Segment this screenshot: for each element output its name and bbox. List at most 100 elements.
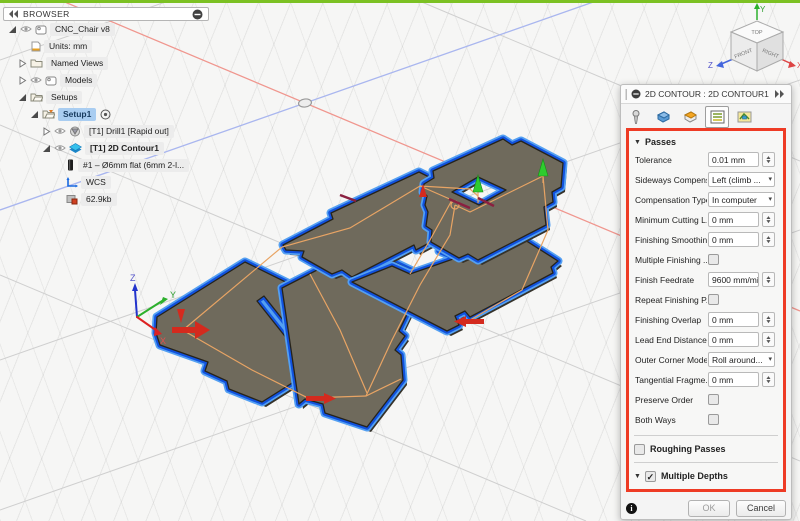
tree-row-tool[interactable]: #1 – Ø6mm flat (6mm 2-l... xyxy=(66,158,189,172)
eye-icon[interactable] xyxy=(30,75,42,85)
active-setup-icon[interactable] xyxy=(100,109,111,120)
minimum-cutting-spinner[interactable]: ▲▼ xyxy=(762,212,775,227)
tree-label-tool[interactable]: #1 – Ø6mm flat (6mm 2-l... xyxy=(78,159,189,172)
tangential-fragment-spinner[interactable]: ▲▼ xyxy=(762,372,775,387)
x-axis-label: X xyxy=(160,336,166,346)
tangential-fragment-input[interactable]: 0 mm xyxy=(708,372,759,387)
tree-label-named-views[interactable]: Named Views xyxy=(46,57,108,70)
tree-label-units[interactable]: Units: mm xyxy=(44,40,92,53)
tree-row-wcs[interactable]: WCS xyxy=(66,175,111,189)
field-label: Repeat Finishing P... xyxy=(635,295,707,305)
minimum-cutting-input[interactable]: 0 mm xyxy=(708,212,759,227)
tree-label-size[interactable]: 62.9kb xyxy=(81,193,117,206)
expanded-triangle-icon[interactable] xyxy=(18,93,27,102)
tree-label-setup1[interactable]: Setup1 xyxy=(58,108,96,121)
cancel-button[interactable]: Cancel xyxy=(736,500,786,517)
tree-label-drill1[interactable]: [T1] Drill1 [Rapid out] xyxy=(84,125,174,138)
dialog-options-icon[interactable] xyxy=(631,89,641,99)
finish-feedrate-input[interactable]: 9600 mm/mi xyxy=(708,272,759,287)
finish-feedrate-spinner[interactable]: ▲▼ xyxy=(762,272,775,287)
wcs-icon xyxy=(66,177,78,188)
sideways-compensation-select[interactable]: Left (climb ... xyxy=(708,172,775,187)
passes-icon xyxy=(710,110,725,124)
tree-row-units[interactable]: Units: mm xyxy=(31,39,92,53)
dock-panel-icon[interactable] xyxy=(775,90,785,98)
outer-corner-mode-select[interactable]: Roll around... xyxy=(708,352,775,367)
preserve-order-checkbox[interactable] xyxy=(708,394,719,405)
multiple-depths-checkbox[interactable]: ✓ xyxy=(645,471,656,482)
collapsed-triangle-icon[interactable] xyxy=(18,59,27,68)
both-ways-checkbox[interactable] xyxy=(708,414,719,425)
tree-row-named-views[interactable]: Named Views xyxy=(18,56,108,70)
tolerance-input[interactable]: 0.01 mm xyxy=(708,152,759,167)
finishing-overlap-input[interactable]: 0 mm xyxy=(708,312,759,327)
y-axis-label: Y xyxy=(170,290,176,300)
tab-linking[interactable] xyxy=(732,106,756,128)
tab-tool[interactable] xyxy=(624,106,648,128)
lead-end-distance-input[interactable]: 0 mm xyxy=(708,332,759,347)
compensation-type-select[interactable]: In computer xyxy=(708,192,775,207)
eye-icon[interactable] xyxy=(54,143,66,153)
lead-end-distance-spinner[interactable]: ▲▼ xyxy=(762,332,775,347)
ok-button[interactable]: OK xyxy=(688,500,730,517)
field-label: Lead End Distance xyxy=(635,335,707,345)
field-outer-corner-mode: Outer Corner Mode Roll around... xyxy=(634,351,778,371)
multiple-finishing-checkbox[interactable] xyxy=(708,254,719,265)
fusion-window: Z Y X TOP FRONT RIGHT Y Z X xyxy=(0,0,800,521)
collapse-browser-icon[interactable] xyxy=(9,10,18,18)
finishing-smoothing-input[interactable]: 0 mm xyxy=(708,232,759,247)
field-label: Both Ways xyxy=(635,415,707,425)
view-cube[interactable]: TOP FRONT RIGHT Y Z X xyxy=(708,3,800,71)
roughing-passes-section[interactable]: Roughing Passes xyxy=(634,440,778,458)
info-icon[interactable]: i xyxy=(626,503,637,514)
tab-passes[interactable] xyxy=(705,106,729,128)
tree-row-models[interactable]: Models xyxy=(18,73,97,87)
browser-options-icon[interactable] xyxy=(192,9,203,20)
tab-geometry[interactable] xyxy=(651,106,675,128)
tolerance-spinner[interactable]: ▲▼ xyxy=(762,152,775,167)
document-icon xyxy=(31,41,41,52)
tree-label-root[interactable]: CNC_Chair v8 xyxy=(50,23,115,36)
eye-icon[interactable] xyxy=(20,24,32,34)
expanded-triangle-icon[interactable] xyxy=(42,144,51,153)
roughing-passes-checkbox[interactable] xyxy=(634,444,645,455)
multiple-depths-section[interactable]: ▼ ✓ Multiple Depths xyxy=(634,467,778,485)
tree-label-2d-contour1[interactable]: [T1] 2D Contour1 xyxy=(85,142,164,155)
tree-label-wcs[interactable]: WCS xyxy=(81,176,111,189)
field-label: Finishing Overlap xyxy=(635,315,707,325)
section-collapse-icon[interactable]: ▼ xyxy=(634,473,641,480)
passes-section-header[interactable]: ▼ Passes xyxy=(634,133,778,151)
expanded-triangle-icon[interactable] xyxy=(30,110,39,119)
world-origin-marker[interactable] xyxy=(298,98,312,108)
tree-row-root[interactable]: CNC_Chair v8 xyxy=(8,22,115,36)
collapsed-triangle-icon[interactable] xyxy=(42,127,51,136)
dialog-tab-strip xyxy=(624,106,756,130)
dialog-drag-handle[interactable] xyxy=(625,89,628,100)
viewcube-top-label[interactable]: TOP xyxy=(751,30,763,36)
dialog-title: 2D CONTOUR : 2D CONTOUR1 xyxy=(645,89,775,99)
tool-icon xyxy=(629,110,643,125)
dialog-header[interactable]: 2D CONTOUR : 2D CONTOUR1 xyxy=(621,85,791,104)
expanded-triangle-icon[interactable] xyxy=(8,25,17,34)
geometry-icon xyxy=(656,110,671,124)
collapsed-triangle-icon[interactable] xyxy=(18,76,27,85)
heights-icon xyxy=(683,110,698,124)
repeat-finishing-checkbox[interactable] xyxy=(708,294,719,305)
tree-row-setups[interactable]: Setups xyxy=(18,90,82,104)
tree-label-models[interactable]: Models xyxy=(60,74,97,87)
eye-icon[interactable] xyxy=(54,126,66,136)
browser-header[interactable]: BROWSER xyxy=(3,7,209,21)
finishing-overlap-spinner[interactable]: ▲▼ xyxy=(762,312,775,327)
tree-row-drill1[interactable]: [T1] Drill1 [Rapid out] xyxy=(42,124,174,138)
finishing-smoothing-spinner[interactable]: ▲▼ xyxy=(762,232,775,247)
multiple-depths-label: Multiple Depths xyxy=(661,471,728,481)
tree-row-2d-contour1[interactable]: [T1] 2D Contour1 xyxy=(42,141,164,155)
tree-row-size[interactable]: 62.9kb xyxy=(66,192,117,206)
tree-label-setups[interactable]: Setups xyxy=(46,91,82,104)
field-tangential-fragment: Tangential Fragme... 0 mm ▲▼ xyxy=(634,371,778,391)
roughing-passes-label: Roughing Passes xyxy=(650,444,726,454)
section-collapse-icon[interactable]: ▼ xyxy=(634,139,641,146)
tab-heights[interactable] xyxy=(678,106,702,128)
drill-operation-icon xyxy=(69,126,81,137)
tree-row-setup1[interactable]: Setup1 xyxy=(30,107,114,121)
